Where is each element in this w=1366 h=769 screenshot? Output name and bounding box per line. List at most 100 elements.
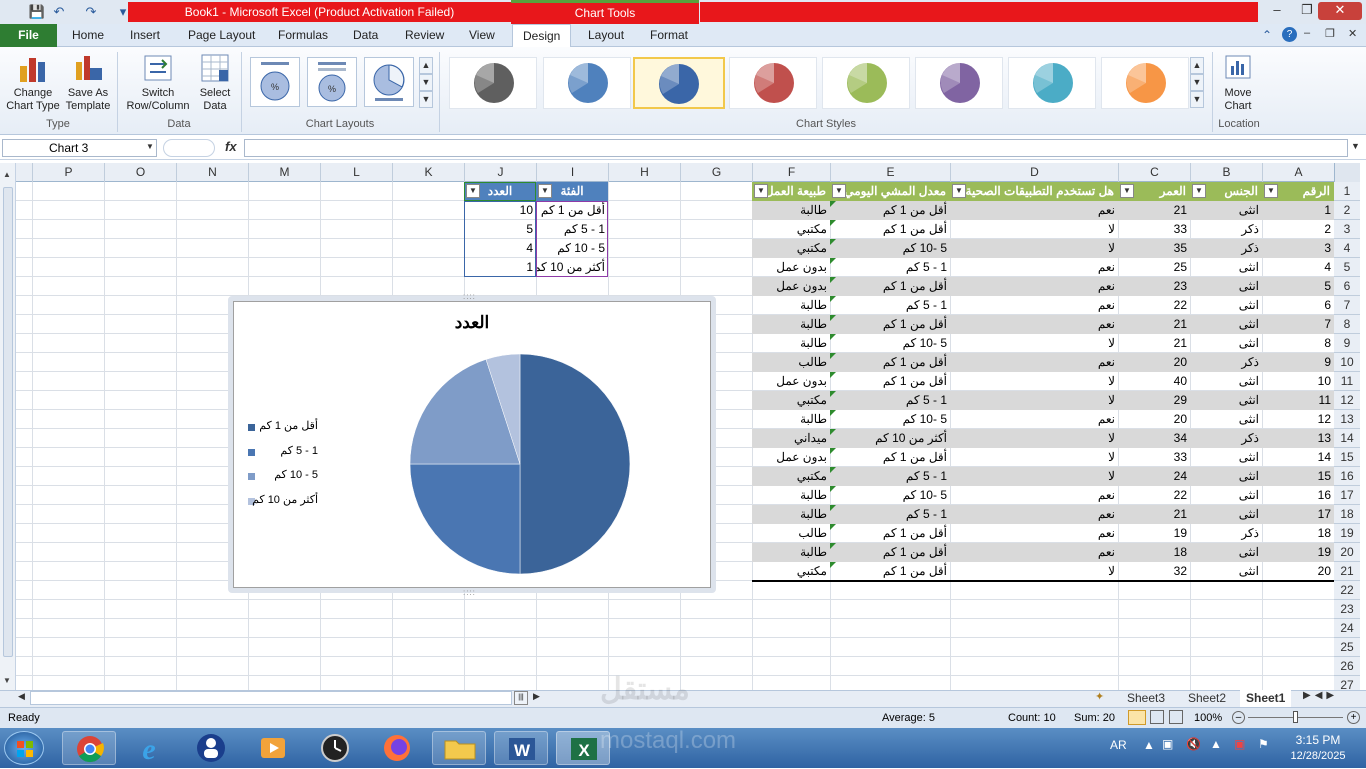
table-cell[interactable]: مكتبي — [752, 239, 830, 258]
row-header-2[interactable]: 2 — [1334, 201, 1360, 220]
table-cell[interactable]: طالب — [752, 353, 830, 372]
column-header-C[interactable]: C — [1118, 163, 1190, 182]
table-cell[interactable]: انثى — [1190, 296, 1262, 315]
tab-page-layout[interactable]: Page Layout — [178, 24, 265, 47]
table-cell[interactable]: 22 — [1118, 486, 1190, 505]
table-cell[interactable]: ذكر — [1190, 239, 1262, 258]
column-header-N[interactable]: N — [176, 163, 248, 182]
formula-bar-handle[interactable] — [163, 139, 215, 157]
row-header-6[interactable]: 6 — [1334, 277, 1360, 296]
table-cell[interactable]: 35 — [1118, 239, 1190, 258]
table-cell[interactable]: 12 — [1262, 410, 1334, 429]
chart-style-2[interactable] — [543, 57, 631, 109]
pie-plot-area[interactable] — [400, 344, 640, 584]
clock-date[interactable]: 12/28/2025 — [1286, 750, 1350, 762]
chrome-taskbar-button[interactable] — [62, 731, 116, 765]
hscroll-thumb[interactable]: ||| — [514, 691, 528, 705]
user-taskbar-button[interactable] — [184, 731, 238, 765]
table-cell[interactable]: مكتبي — [752, 467, 830, 486]
sheet-nav-arrows-icon[interactable]: ▶◀▶ — [1303, 690, 1338, 701]
chart-layout-3[interactable] — [364, 57, 414, 107]
row-header-17[interactable]: 17 — [1334, 486, 1360, 505]
move-chart-button[interactable]: Move Chart — [1216, 52, 1260, 116]
row-header-23[interactable]: 23 — [1334, 600, 1360, 619]
legend-label-2[interactable]: 1 - 5 كم — [258, 444, 318, 457]
table-cell[interactable]: انثى — [1190, 505, 1262, 524]
column-header-M[interactable]: M — [248, 163, 320, 182]
table-cell[interactable]: أقل من 1 كم — [830, 372, 950, 391]
table-cell[interactable]: أقل من 1 كم — [830, 315, 950, 334]
clock-time[interactable]: 3:15 PM — [1293, 733, 1343, 747]
table-header-cell[interactable]: هل تستخدم التطبيقات الصحية — [950, 182, 1118, 201]
zoom-slider-thumb[interactable] — [1293, 711, 1298, 723]
column-header-E[interactable]: E — [830, 163, 950, 182]
chart-style-5[interactable] — [822, 57, 910, 109]
filter-dropdown-icon[interactable]: ▼ — [754, 184, 768, 198]
table-cell[interactable]: أقل من 1 كم — [830, 562, 950, 581]
row-header-11[interactable]: 11 — [1334, 372, 1360, 391]
table-cell[interactable]: 16 — [1262, 486, 1334, 505]
row-header-22[interactable]: 22 — [1334, 581, 1360, 600]
table-cell[interactable]: انثى — [1190, 315, 1262, 334]
row-header-18[interactable]: 18 — [1334, 505, 1360, 524]
expand-formula-bar-icon[interactable]: ▼ — [1351, 141, 1360, 151]
tray-app-icon[interactable]: ▣ — [1162, 737, 1173, 751]
switch-row-column-button[interactable]: Switch Row/Column — [122, 52, 194, 116]
clock-taskbar-button[interactable] — [308, 731, 362, 765]
filter-dropdown-icon[interactable]: ▼ — [832, 184, 846, 198]
tab-formulas[interactable]: Formulas — [268, 24, 338, 47]
table-cell[interactable]: 1 - 5 كم — [830, 505, 950, 524]
table-cell[interactable]: 5 -10 كم — [830, 410, 950, 429]
table-cell[interactable]: نعم — [950, 277, 1118, 296]
table-cell[interactable]: 23 — [1118, 277, 1190, 296]
chart-resize-handle-bottom[interactable]: :::: — [463, 588, 476, 597]
table-cell[interactable]: نعم — [950, 486, 1118, 505]
scroll-down-arrow[interactable]: ▼ — [3, 676, 11, 685]
table-cell[interactable]: طالبة — [752, 505, 830, 524]
table-cell[interactable]: مكتبي — [752, 391, 830, 410]
row-header-10[interactable]: 10 — [1334, 353, 1360, 372]
network-icon[interactable]: ▲ — [1210, 737, 1222, 751]
row-header-4[interactable]: 4 — [1334, 239, 1360, 258]
column-header-K[interactable]: K — [392, 163, 464, 182]
chart-title[interactable]: العدد — [233, 313, 711, 333]
table-cell[interactable]: بدون عمل — [752, 372, 830, 391]
tab-design[interactable]: Design — [512, 24, 572, 47]
redo-icon[interactable]: ↷ — [82, 3, 100, 21]
filter-dropdown-icon[interactable]: ▼ — [952, 184, 966, 198]
table-cell[interactable]: لا — [950, 562, 1118, 581]
table-cell[interactable]: انثى — [1190, 334, 1262, 353]
row-header-7[interactable]: 7 — [1334, 296, 1360, 315]
table-cell[interactable]: نعم — [950, 505, 1118, 524]
table-cell[interactable]: نعم — [950, 524, 1118, 543]
row-header-14[interactable]: 14 — [1334, 429, 1360, 448]
table-cell[interactable]: انثى — [1190, 277, 1262, 296]
row-header-13[interactable]: 13 — [1334, 410, 1360, 429]
table-cell[interactable]: 18 — [1118, 543, 1190, 562]
column-header-J[interactable]: J — [464, 163, 536, 182]
styles-more[interactable]: ▼ — [1190, 91, 1204, 108]
table-cell[interactable]: طالبة — [752, 201, 830, 220]
row-header-19[interactable]: 19 — [1334, 524, 1360, 543]
table-cell[interactable]: 1 - 5 كم — [830, 258, 950, 277]
table-cell[interactable]: 14 — [1262, 448, 1334, 467]
workbook-minimize-icon[interactable]: – — [1304, 27, 1310, 39]
table-cell[interactable]: أقل من 1 كم — [830, 201, 950, 220]
tray-expand-icon[interactable]: ▲ — [1143, 738, 1155, 752]
hscroll-right-icon[interactable]: ▶ — [533, 691, 540, 702]
styles-scroll-down[interactable]: ▼ — [1190, 74, 1204, 91]
table-cell[interactable]: انثى — [1190, 467, 1262, 486]
column-header-O[interactable]: O — [104, 163, 176, 182]
table-cell[interactable]: 34 — [1118, 429, 1190, 448]
sheet-tab-3[interactable]: Sheet3 — [1121, 690, 1171, 707]
legend-label-3[interactable]: 5 - 10 كم — [258, 468, 318, 481]
tab-file[interactable]: File — [0, 24, 57, 47]
workbook-restore-icon[interactable]: ❐ — [1325, 27, 1335, 40]
table-cell[interactable]: 9 — [1262, 353, 1334, 372]
tab-review[interactable]: Review — [395, 24, 454, 47]
chart-resize-handle-top[interactable]: :::: — [463, 292, 476, 301]
row-header-24[interactable]: 24 — [1334, 619, 1360, 638]
row-header-3[interactable]: 3 — [1334, 220, 1360, 239]
table-cell[interactable]: طالبة — [752, 315, 830, 334]
table-cell[interactable]: 25 — [1118, 258, 1190, 277]
